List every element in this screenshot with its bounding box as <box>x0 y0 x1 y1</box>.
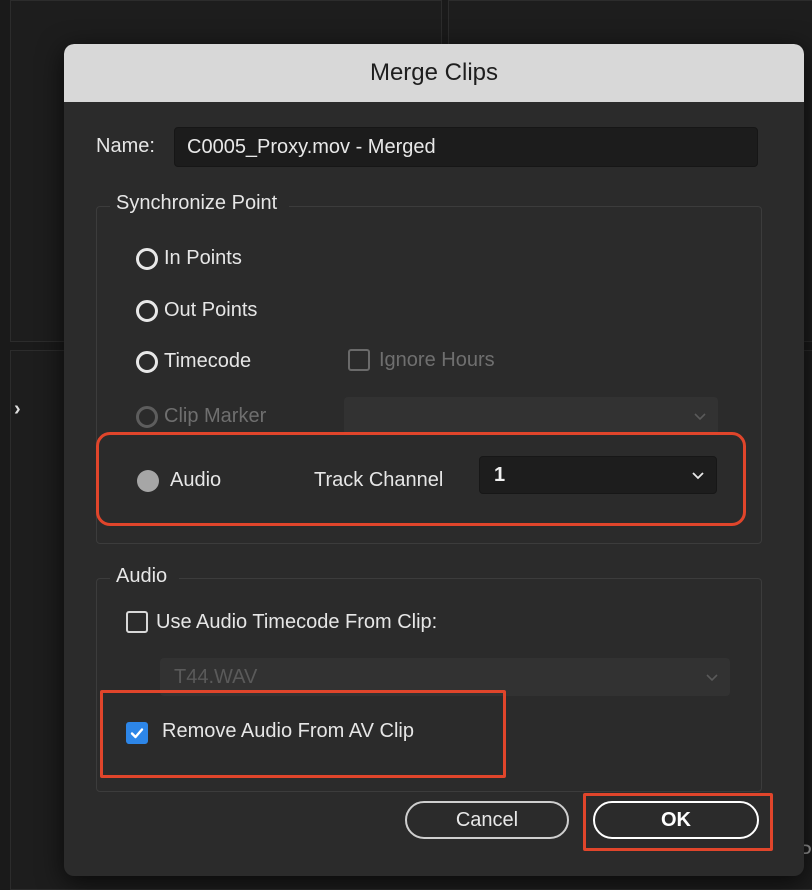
ignore-hours-label: Ignore Hours <box>379 349 495 371</box>
name-label: Name: <box>96 135 155 157</box>
in-points-label[interactable]: In Points <box>164 247 242 270</box>
synchronize-point-title: Synchronize Point <box>110 192 290 215</box>
clip-marker-label: Clip Marker <box>164 405 267 427</box>
expand-arrow-icon[interactable]: › <box>14 398 21 421</box>
audio-sync-highlight <box>96 432 746 526</box>
out-points-label[interactable]: Out Points <box>164 299 257 322</box>
merge-clips-dialog: Merge Clips Name: C0005_Proxy.mov - Merg… <box>64 44 804 876</box>
timecode-radio[interactable] <box>136 351 158 373</box>
ignore-hours-checkbox[interactable] <box>348 349 370 371</box>
chevron-down-icon <box>706 674 718 682</box>
use-audio-timecode-label[interactable]: Use Audio Timecode From Clip: <box>156 611 437 634</box>
audio-clip-value: T44.WAV <box>174 665 258 688</box>
remove-audio-highlight <box>100 690 506 778</box>
audio-group-title: Audio <box>110 565 180 588</box>
ok-button-highlight <box>583 793 773 851</box>
dialog-title: Merge Clips <box>369 59 499 86</box>
use-audio-timecode-checkbox[interactable] <box>126 611 148 633</box>
clip-marker-dropdown[interactable] <box>344 397 718 435</box>
chevron-down-icon <box>694 413 706 421</box>
out-points-radio[interactable] <box>136 300 158 322</box>
in-points-radio[interactable] <box>136 248 158 270</box>
timecode-label[interactable]: Timecode <box>164 350 251 373</box>
name-input-value: C0005_Proxy.mov - Merged <box>187 135 436 158</box>
cancel-button[interactable]: Cancel <box>405 801 569 839</box>
clip-marker-radio[interactable] <box>136 406 158 428</box>
name-input[interactable]: C0005_Proxy.mov - Merged <box>174 127 758 167</box>
dialog-titlebar: Merge Clips <box>64 44 804 102</box>
